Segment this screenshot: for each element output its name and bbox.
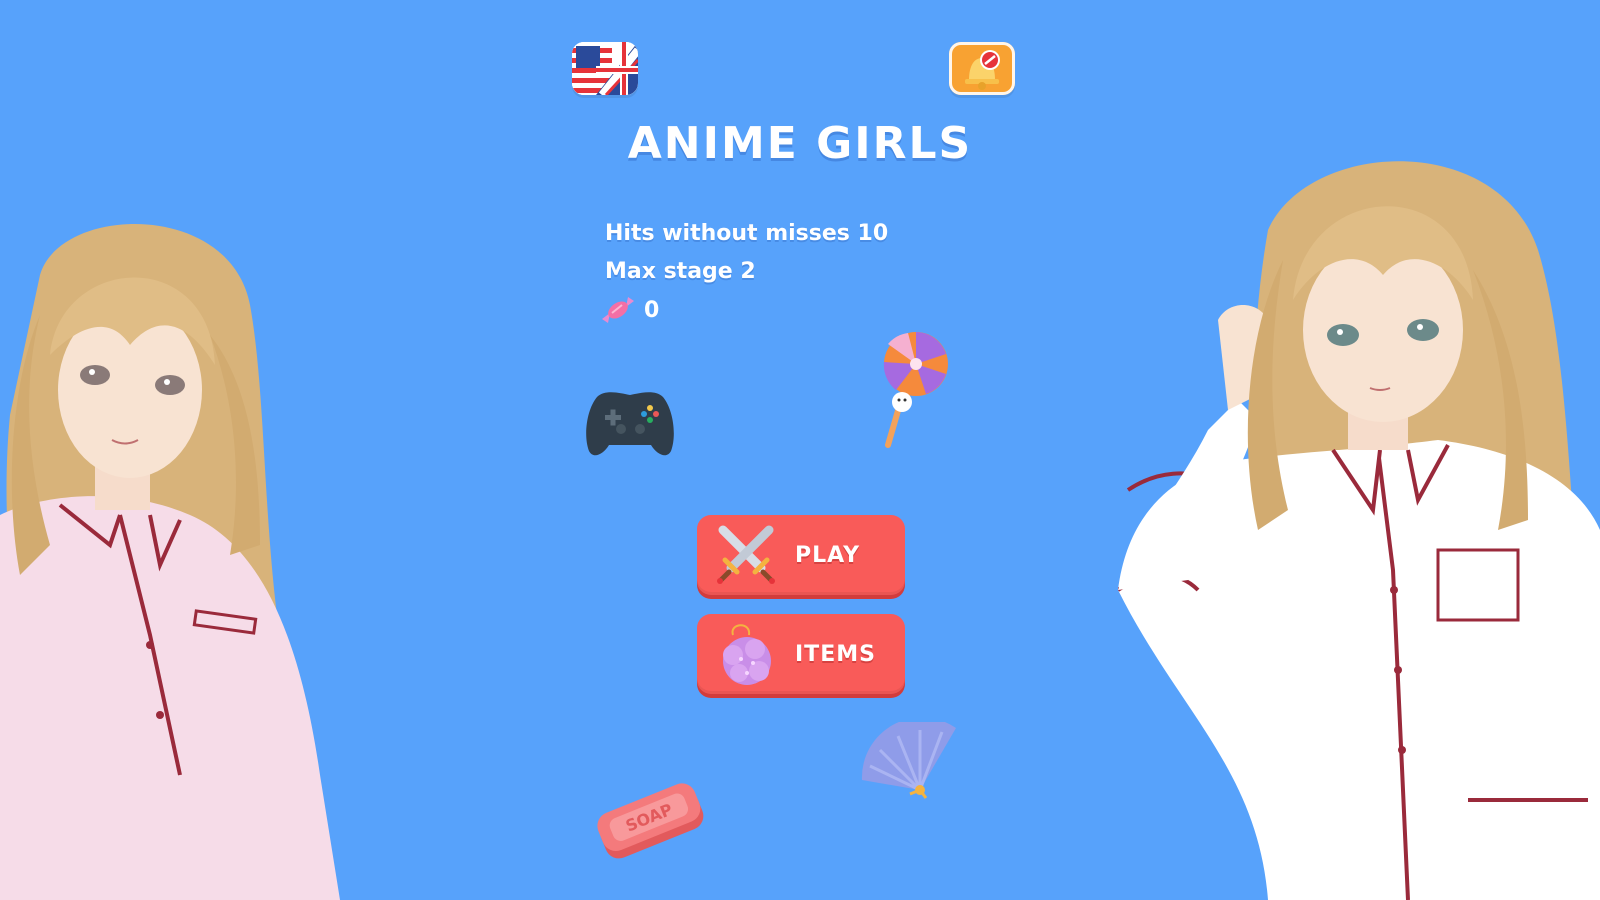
fan-icon: [861, 722, 956, 799]
play-button[interactable]: PLAY: [697, 515, 905, 595]
candy-icon: [602, 297, 634, 323]
us-uk-flag-icon: [572, 42, 638, 95]
lollipop-icon: [883, 332, 948, 448]
bell-muted-icon: [965, 50, 1000, 90]
gamepad-icon: [586, 392, 674, 456]
items-label: ITEMS: [795, 641, 876, 667]
play-label: PLAY: [795, 542, 860, 568]
hits-without-misses-stat: Hits without misses 10: [605, 221, 889, 246]
anime-girl-left-image: [0, 224, 340, 900]
max-stage-stat: Max stage 2: [605, 259, 756, 284]
soap-icon: SOAP: [597, 783, 704, 859]
items-button[interactable]: ITEMS: [697, 614, 905, 694]
language-button[interactable]: [572, 42, 638, 95]
game-title: ANIME GIRLS: [627, 118, 973, 169]
sound-toggle-button[interactable]: [949, 42, 1015, 95]
bath-sponge-icon: [723, 624, 771, 685]
candy-counter: 0: [600, 295, 659, 325]
candy-count: 0: [644, 297, 660, 323]
crossed-swords-icon: [717, 525, 775, 584]
anime-girl-right-image: [1118, 161, 1600, 900]
